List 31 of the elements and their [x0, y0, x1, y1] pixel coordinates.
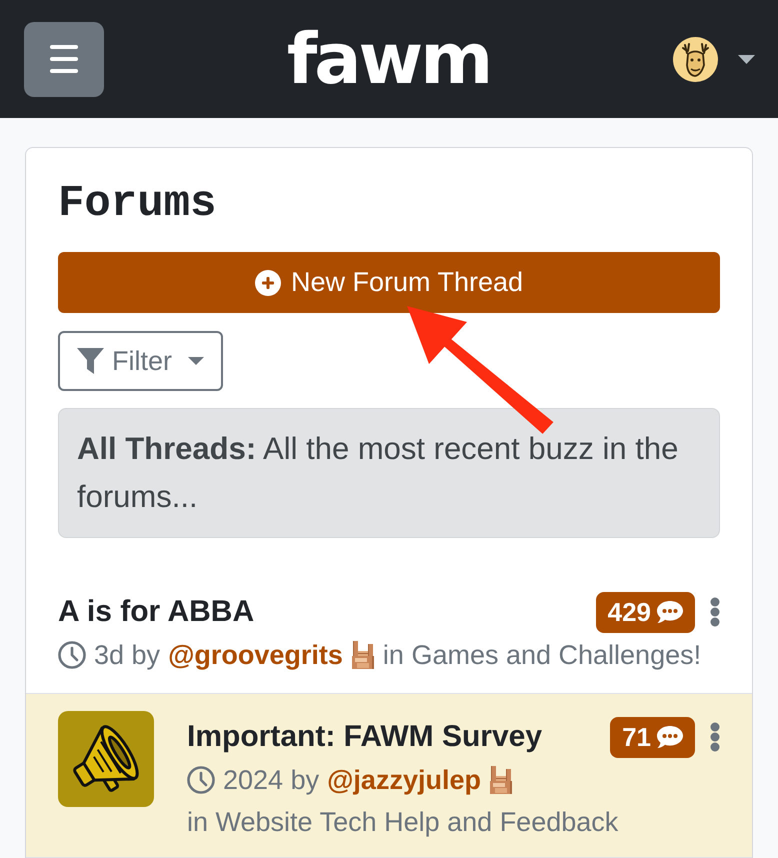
comment-icon: [657, 726, 683, 748]
page-title: Forums: [58, 178, 216, 231]
rock-hand-icon: [350, 641, 375, 669]
new-thread-button[interactable]: New Forum Thread: [58, 252, 720, 313]
thread-title[interactable]: Important: FAWM Survey: [187, 717, 542, 757]
category-text: in Website Tech Help and Feedback: [187, 806, 618, 839]
clock-icon: [58, 641, 86, 669]
reply-count-badge[interactable]: 71: [610, 716, 695, 758]
time-text: 2024 by: [223, 764, 320, 797]
funnel-icon: [77, 348, 104, 374]
info-message: All Threads: All the most recent buzz in the forums...: [58, 408, 720, 538]
menu-button[interactable]: [24, 22, 104, 96]
filter-button[interactable]: Filter: [58, 331, 223, 391]
thread-title[interactable]: A is for ABBA: [58, 592, 254, 632]
menu-icon: [50, 45, 78, 73]
caret-icon: [188, 357, 204, 365]
rock-hand-icon: [488, 766, 513, 794]
more-options-icon[interactable]: [710, 722, 720, 752]
category-text: in Games and Challenges!: [382, 639, 702, 672]
logo[interactable]: fawm: [286, 19, 490, 99]
time-text: 3d by: [94, 639, 160, 672]
plus-circle-icon: [254, 270, 281, 296]
more-options-icon[interactable]: [710, 597, 720, 627]
reply-count-badge[interactable]: 429: [596, 592, 695, 632]
author-link[interactable]: @jazzyjulep: [327, 759, 481, 801]
clock-icon: [187, 766, 215, 794]
author-link[interactable]: @groovegrits: [168, 634, 343, 676]
caret-icon[interactable]: [738, 54, 755, 64]
megaphone-icon: [58, 711, 154, 807]
comment-icon: [657, 601, 683, 623]
avatar-icon[interactable]: [673, 36, 718, 82]
